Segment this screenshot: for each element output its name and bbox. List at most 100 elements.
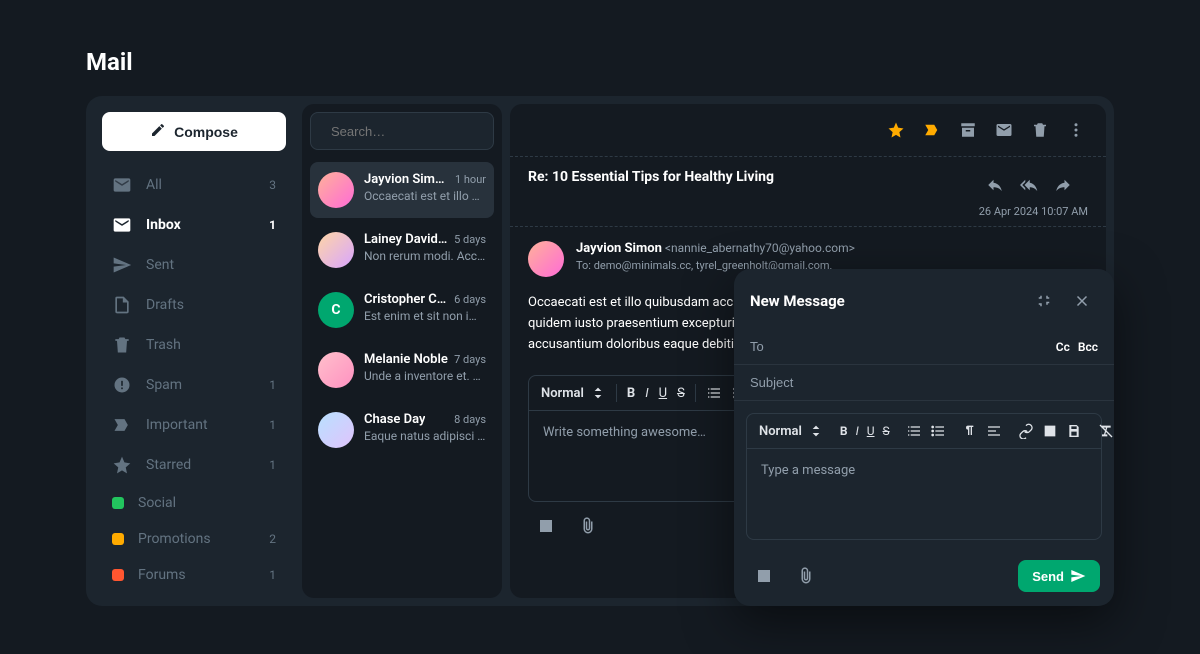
sidebar-label: Sent (146, 257, 174, 273)
sidebar-count: 1 (269, 568, 276, 582)
send-icon (1070, 568, 1086, 584)
minimize-button[interactable] (1028, 285, 1060, 317)
sidebar-item-forums[interactable]: Forums 1 (102, 559, 286, 591)
mail-time: 5 days (454, 233, 486, 246)
inbox-icon (112, 215, 132, 235)
mail-preview: Eaque natus adipisci so… (364, 429, 486, 443)
sidebar-count: 1 (269, 418, 276, 432)
align-button[interactable] (986, 423, 1002, 439)
to-input[interactable] (750, 339, 1056, 354)
underline-button[interactable]: U (867, 424, 875, 438)
underline-button[interactable]: U (659, 386, 667, 401)
mail-preview: Non rerum modi. Accus… (364, 249, 486, 263)
star-button[interactable] (880, 114, 912, 146)
heading-select[interactable]: Normal (541, 385, 606, 401)
sender-email: <nannie_abernathy70@yahoo.com> (665, 241, 855, 255)
ordered-list-button[interactable] (706, 385, 722, 401)
sidebar-item-inbox[interactable]: Inbox 1 (102, 207, 286, 243)
close-button[interactable] (1066, 285, 1098, 317)
bold-button[interactable]: B (840, 424, 848, 438)
sidebar-label: Promotions (138, 531, 211, 547)
important-button[interactable] (916, 114, 948, 146)
compose-editor: Normal B I U S Type a message (746, 413, 1102, 540)
mail-subject: Re: 10 Essential Tips for Healthy Living (528, 169, 774, 185)
delete-button[interactable] (1024, 114, 1056, 146)
search-box[interactable] (310, 112, 494, 150)
mail-item[interactable]: Jayvion Simon1 hour Occaecati est et ill… (310, 162, 494, 218)
cc-toggle[interactable]: Cc (1056, 340, 1070, 354)
text-direction-button[interactable] (962, 423, 978, 439)
mail-time: 8 days (454, 413, 486, 426)
compose-textarea[interactable]: Type a message (747, 449, 1101, 539)
sidebar-count: 3 (269, 178, 276, 192)
sender-avatar (528, 241, 564, 277)
file-icon (112, 295, 132, 315)
sidebar-count: 1 (269, 218, 276, 232)
archive-button[interactable] (952, 114, 984, 146)
sidebar-label: Spam (146, 377, 182, 393)
sidebar-label: Important (146, 417, 208, 433)
mark-unread-button[interactable] (988, 114, 1020, 146)
compose-label: Compose (174, 124, 238, 140)
sidebar-item-promotions[interactable]: Promotions 2 (102, 523, 286, 555)
strike-button[interactable]: S (677, 386, 685, 401)
sidebar-item-social[interactable]: Social (102, 487, 286, 519)
pencil-icon (150, 122, 166, 141)
subject-input[interactable] (750, 375, 1098, 390)
sidebar-item-drafts[interactable]: Drafts (102, 287, 286, 323)
sidebar-label: Starred (146, 457, 191, 473)
link-button[interactable] (1018, 423, 1034, 439)
reply-all-button[interactable] (1013, 169, 1045, 201)
bold-button[interactable]: B (627, 386, 635, 401)
reply-button[interactable] (979, 169, 1011, 201)
sidebar-label: Social (138, 495, 176, 511)
sidebar-label: Forums (138, 567, 186, 583)
image-button[interactable] (1042, 423, 1058, 439)
bcc-toggle[interactable]: Bcc (1078, 340, 1098, 354)
mail-item[interactable]: C Cristopher Cardenas6 days Est enim et … (310, 282, 494, 338)
strike-button[interactable]: S (883, 424, 890, 438)
send-button[interactable]: Send (1018, 560, 1100, 592)
clear-format-button[interactable] (1098, 423, 1114, 439)
sidebar-item-all[interactable]: All 3 (102, 167, 286, 203)
sidebar-label: Inbox (146, 217, 181, 233)
compose-title: New Message (750, 292, 845, 310)
sidebar-item-trash[interactable]: Trash (102, 327, 286, 363)
sidebar-label: All (146, 177, 162, 193)
attach-button[interactable] (572, 510, 604, 542)
forward-button[interactable] (1047, 169, 1079, 201)
forums-tag-icon (112, 569, 124, 581)
ordered-list-button[interactable] (906, 423, 922, 439)
mail-preview: Est enim et sit non imp… (364, 309, 486, 323)
mail-preview: Occaecati est et illo qui… (364, 189, 486, 203)
search-input[interactable] (331, 124, 507, 139)
mail-date: 26 Apr 2024 10:07 AM (979, 205, 1088, 218)
sidebar: Compose All 3 Inbox 1 Sent Drafts Trash Sp… (94, 104, 294, 598)
sidebar-item-spam[interactable]: Spam1 (102, 367, 286, 403)
mail-sender: Melanie Noble (364, 352, 448, 367)
star-icon (112, 455, 132, 475)
sidebar-count: 2 (269, 532, 276, 546)
sidebar-item-starred[interactable]: Starred1 (102, 447, 286, 483)
mail-item[interactable]: Melanie Noble7 days Unde a inventore et.… (310, 342, 494, 398)
compose-button[interactable]: Compose (102, 112, 286, 151)
footer-image-button[interactable] (748, 560, 780, 592)
send-icon (112, 255, 132, 275)
mail-item[interactable]: Chase Day8 days Eaque natus adipisci so… (310, 402, 494, 458)
insert-image-button[interactable] (530, 510, 562, 542)
save-button[interactable] (1066, 423, 1082, 439)
heading-select[interactable]: Normal (759, 423, 824, 439)
sidebar-item-important[interactable]: Important 1 (102, 407, 286, 443)
italic-button[interactable]: I (856, 424, 859, 438)
italic-button[interactable]: I (645, 386, 648, 401)
sidebar-item-sent[interactable]: Sent (102, 247, 286, 283)
more-button[interactable] (1060, 114, 1092, 146)
avatar (318, 172, 354, 208)
social-tag-icon (112, 497, 124, 509)
mail-list-panel: Jayvion Simon1 hour Occaecati est et ill… (302, 104, 502, 598)
mail-item[interactable]: Lainey Davidson5 days Non rerum modi. Ac… (310, 222, 494, 278)
avatar: C (318, 292, 354, 328)
mail-sender: Jayvion Simon (364, 172, 449, 187)
footer-attach-button[interactable] (790, 560, 822, 592)
bullet-list-button[interactable] (930, 423, 946, 439)
